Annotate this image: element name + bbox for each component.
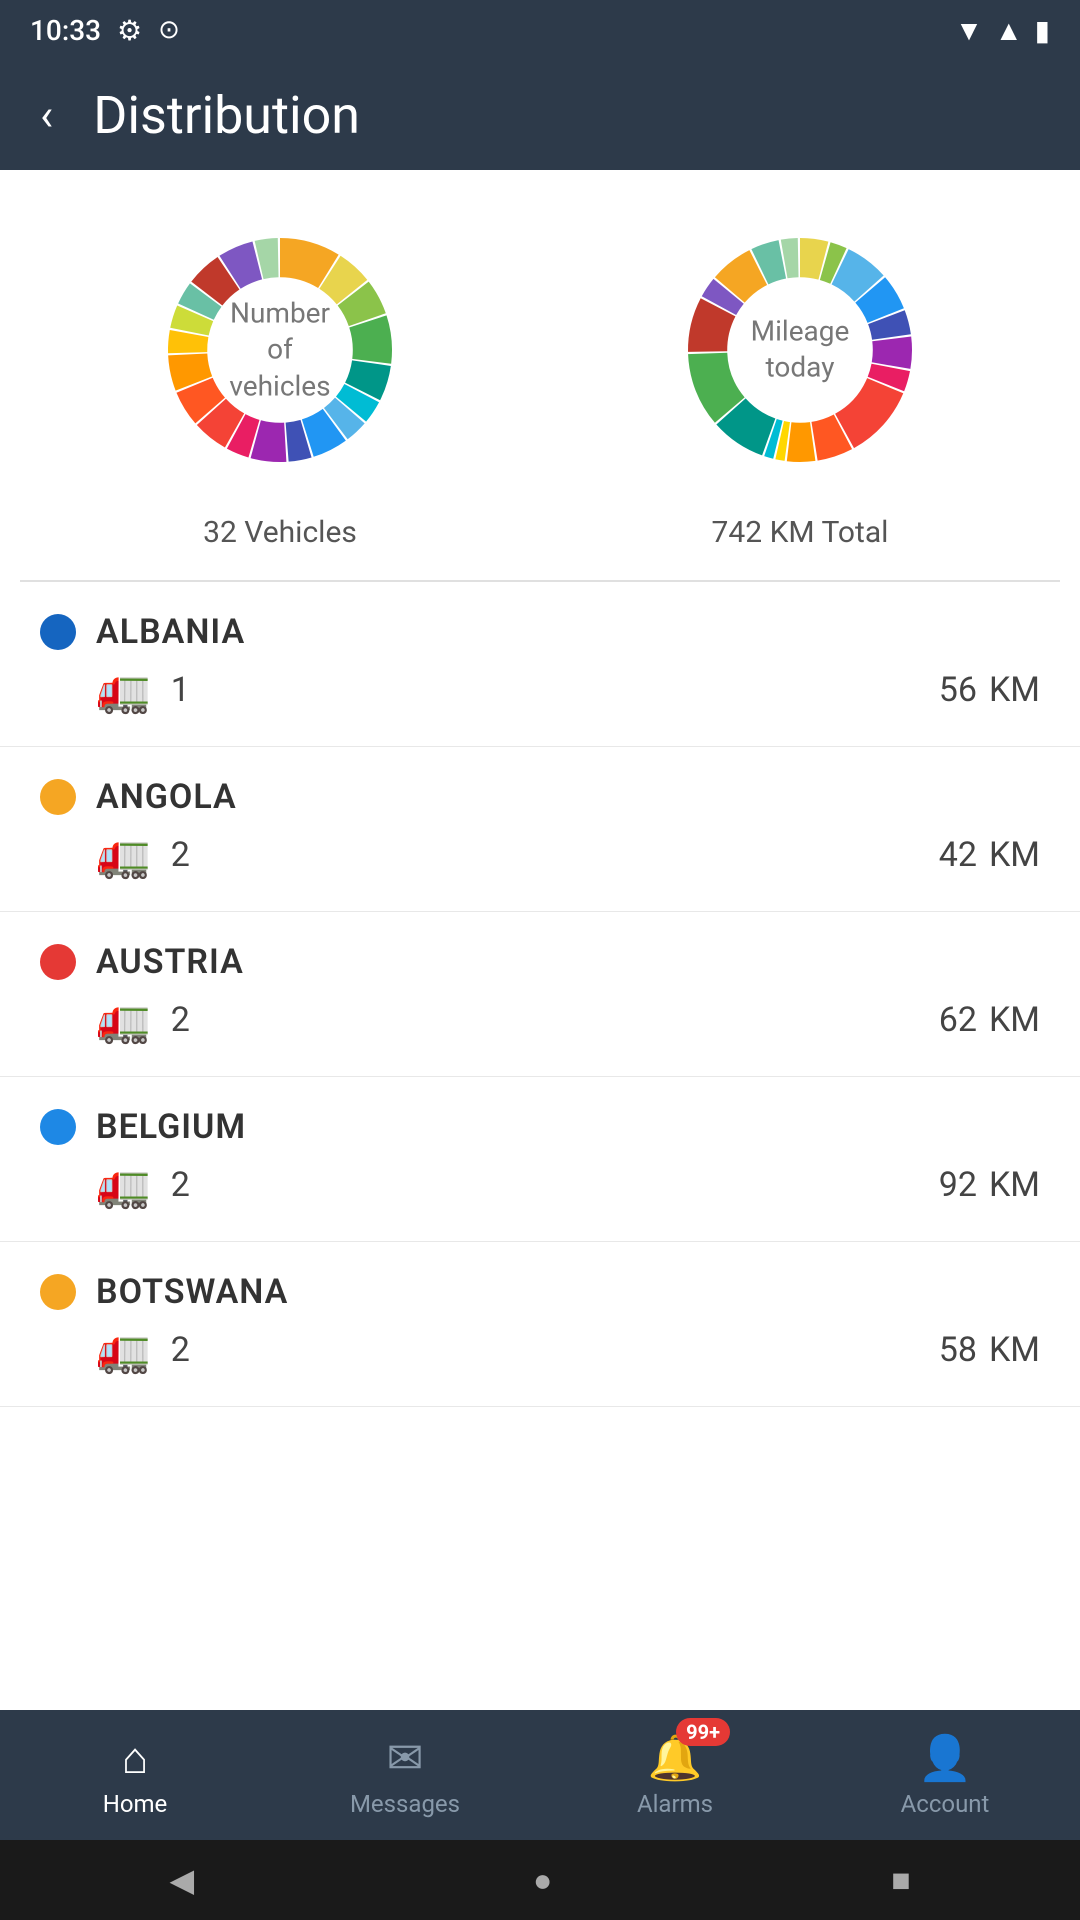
truck-icon: 🚛 xyxy=(96,664,151,716)
charts-section: Numberofvehicles 32 Vehicles Mileagetoda… xyxy=(0,170,1080,580)
android-back-button[interactable]: ◀ xyxy=(169,1861,194,1899)
country-dot xyxy=(40,614,76,650)
android-home-button[interactable]: ● xyxy=(533,1861,552,1899)
nav-home[interactable]: ⌂ Home xyxy=(0,1710,270,1840)
country-item[interactable]: AUSTRIA 🚛 2 62 KM xyxy=(0,912,1080,1077)
mileage-value: 92 xyxy=(939,1165,977,1205)
mileage-info: 92 KM xyxy=(939,1165,1040,1205)
vehicles-donut-svg xyxy=(140,210,420,490)
mileage-unit: KM xyxy=(989,1000,1040,1040)
country-dot xyxy=(40,944,76,980)
home-icon: ⌂ xyxy=(122,1732,149,1784)
country-item[interactable]: BELGIUM 🚛 2 92 KM xyxy=(0,1077,1080,1242)
bottom-nav: ⌂ Home ✉ Messages 🔔 99+ Alarms 👤 Account xyxy=(0,1710,1080,1840)
country-header: BELGIUM xyxy=(40,1107,1040,1147)
vehicle-info: 🚛 2 xyxy=(96,1324,190,1376)
truck-icon: 🚛 xyxy=(96,994,151,1046)
country-list: ALBANIA 🚛 1 56 KM ANGOLA 🚛 2 xyxy=(0,582,1080,1407)
vehicles-chart: Numberofvehicles 32 Vehicles xyxy=(140,210,420,550)
wifi-icon: ▼ xyxy=(955,14,983,47)
mileage-info: 58 KM xyxy=(939,1330,1040,1370)
alarm-badge: 99+ xyxy=(676,1718,730,1746)
country-details: 🚛 2 58 KM xyxy=(40,1324,1040,1376)
vehicle-count: 2 xyxy=(171,835,190,875)
vehicle-info: 🚛 2 xyxy=(96,1159,190,1211)
android-nav: ◀ ● ■ xyxy=(0,1840,1080,1920)
mileage-value: 42 xyxy=(939,835,977,875)
back-button[interactable]: ‹ xyxy=(30,79,63,151)
vehicle-count: 2 xyxy=(171,1330,190,1370)
nav-alarms-label: Alarms xyxy=(637,1790,713,1818)
nav-home-label: Home xyxy=(103,1790,168,1818)
mail-icon: ✉ xyxy=(387,1732,424,1784)
mileage-info: 42 KM xyxy=(939,835,1040,875)
country-item[interactable]: ANGOLA 🚛 2 42 KM xyxy=(0,747,1080,912)
nav-account[interactable]: 👤 Account xyxy=(810,1710,1080,1840)
vehicle-info: 🚛 2 xyxy=(96,829,190,881)
nav-messages[interactable]: ✉ Messages xyxy=(270,1710,540,1840)
nav-alarms[interactable]: 🔔 99+ Alarms xyxy=(540,1710,810,1840)
country-details: 🚛 2 92 KM xyxy=(40,1159,1040,1211)
vehicle-count: 2 xyxy=(171,1000,190,1040)
mileage-chart: Mileagetoday 742 KM Total xyxy=(660,210,940,550)
truck-icon: 🚛 xyxy=(96,829,151,881)
mileage-unit: KM xyxy=(989,835,1040,875)
country-header: ALBANIA xyxy=(40,612,1040,652)
time-display: 10:33 xyxy=(30,14,101,47)
mileage-value: 58 xyxy=(939,1330,977,1370)
country-header: ANGOLA xyxy=(40,777,1040,817)
country-dot xyxy=(40,1109,76,1145)
mileage-info: 56 KM xyxy=(939,670,1040,710)
signal-icon: ▲ xyxy=(995,14,1023,47)
country-dot xyxy=(40,779,76,815)
status-left: 10:33 ⚙ ⊙ xyxy=(30,14,180,47)
nav-messages-label: Messages xyxy=(350,1790,460,1818)
nav-account-label: Account xyxy=(901,1790,990,1818)
mileage-value: 62 xyxy=(939,1000,977,1040)
mileage-unit: KM xyxy=(989,1165,1040,1205)
vehicle-info: 🚛 1 xyxy=(96,664,190,716)
country-item[interactable]: BOTSWANA 🚛 2 58 KM xyxy=(0,1242,1080,1407)
mileage-info: 62 KM xyxy=(939,1000,1040,1040)
mileage-unit: KM xyxy=(989,670,1040,710)
mileage-summary: 742 KM Total xyxy=(712,515,889,550)
page-title: Distribution xyxy=(93,85,360,146)
country-header: AUSTRIA xyxy=(40,942,1040,982)
vehicle-count: 1 xyxy=(171,670,190,710)
country-name: ANGOLA xyxy=(96,777,237,817)
mileage-donut-svg xyxy=(660,210,940,490)
vehicle-info: 🚛 2 xyxy=(96,994,190,1046)
gear-icon: ⚙ xyxy=(117,14,142,47)
country-details: 🚛 2 42 KM xyxy=(40,829,1040,881)
country-details: 🚛 1 56 KM xyxy=(40,664,1040,716)
truck-icon: 🚛 xyxy=(96,1324,151,1376)
country-name: ALBANIA xyxy=(96,612,245,652)
country-name: BOTSWANA xyxy=(96,1272,288,1312)
person-icon: 👤 xyxy=(918,1732,973,1784)
country-details: 🚛 2 62 KM xyxy=(40,994,1040,1046)
top-bar: ‹ Distribution xyxy=(0,60,1080,170)
country-name: BELGIUM xyxy=(96,1107,246,1147)
status-right: ▼ ▲ ▮ xyxy=(955,14,1050,47)
country-item[interactable]: ALBANIA 🚛 1 56 KM xyxy=(0,582,1080,747)
vehicles-summary: 32 Vehicles xyxy=(203,515,357,550)
android-recent-button[interactable]: ■ xyxy=(891,1861,910,1899)
vehicle-count: 2 xyxy=(171,1165,190,1205)
main-content: Numberofvehicles 32 Vehicles Mileagetoda… xyxy=(0,170,1080,1790)
country-header: BOTSWANA xyxy=(40,1272,1040,1312)
vehicles-donut: Numberofvehicles xyxy=(140,210,420,490)
truck-icon: 🚛 xyxy=(96,1159,151,1211)
mileage-value: 56 xyxy=(939,670,977,710)
country-dot xyxy=(40,1274,76,1310)
at-icon: ⊙ xyxy=(158,15,180,45)
status-bar: 10:33 ⚙ ⊙ ▼ ▲ ▮ xyxy=(0,0,1080,60)
mileage-donut: Mileagetoday xyxy=(660,210,940,490)
country-name: AUSTRIA xyxy=(96,942,244,982)
battery-icon: ▮ xyxy=(1035,14,1050,47)
mileage-unit: KM xyxy=(989,1330,1040,1370)
